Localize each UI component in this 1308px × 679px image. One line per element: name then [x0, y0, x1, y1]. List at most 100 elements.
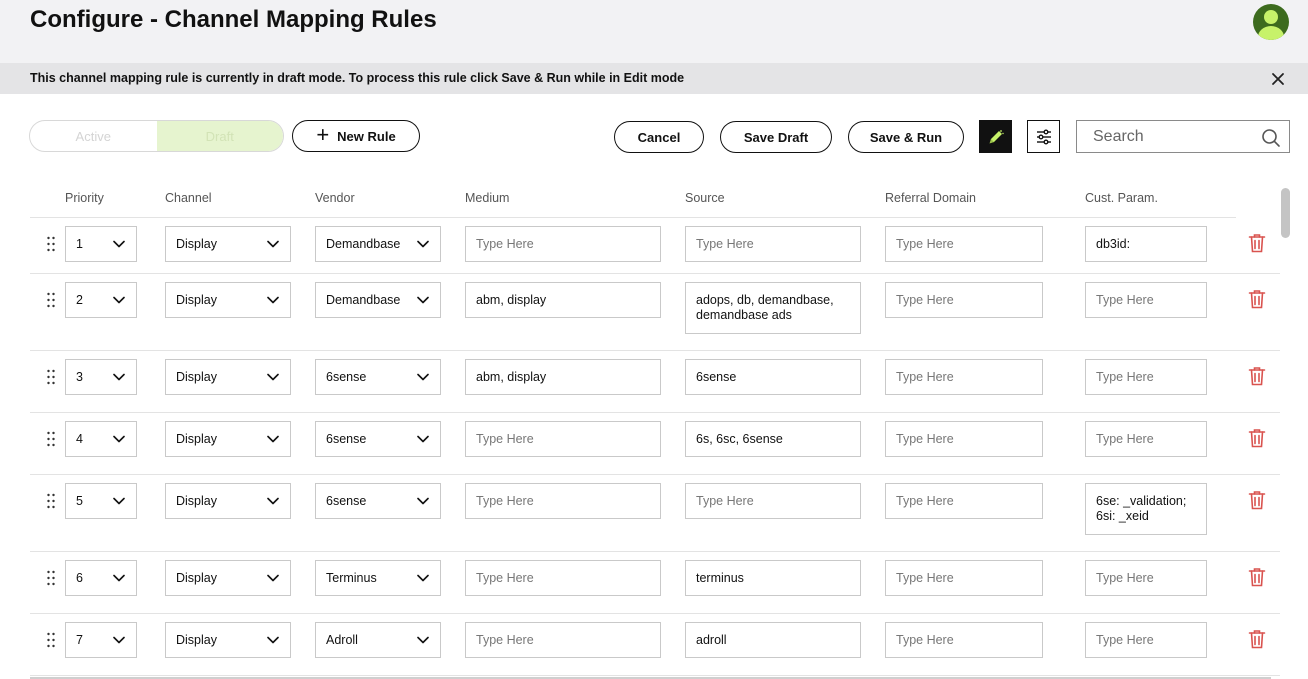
trash-icon[interactable]	[1248, 233, 1266, 253]
drag-handle-icon[interactable]	[46, 493, 56, 509]
referral-domain-input[interactable]: Type Here	[885, 560, 1043, 596]
channel-select-value: Display	[176, 432, 217, 446]
edit-button[interactable]	[979, 120, 1012, 153]
channel-select-value: Display	[176, 237, 217, 251]
chevron-down-icon	[417, 497, 429, 505]
referral-domain-input[interactable]: Type Here	[885, 483, 1043, 519]
drag-handle-icon[interactable]	[46, 570, 56, 586]
priority-select[interactable]: 2	[65, 282, 137, 318]
page-header: Configure - Channel Mapping Rules	[0, 0, 1308, 63]
priority-select[interactable]: 7	[65, 622, 137, 658]
drag-handle-icon[interactable]	[46, 369, 56, 385]
referral-domain-input[interactable]: Type Here	[885, 226, 1043, 262]
source-input[interactable]: Type Here	[685, 483, 861, 519]
scrollbar-thumb[interactable]	[1281, 188, 1290, 238]
banner-close-button[interactable]	[1266, 69, 1290, 89]
medium-input[interactable]: Type Here	[465, 483, 661, 519]
trash-icon[interactable]	[1248, 366, 1266, 386]
channel-select-value: Display	[176, 293, 217, 307]
save-run-button[interactable]: Save & Run	[848, 121, 964, 153]
drag-handle-icon[interactable]	[46, 236, 56, 252]
cust-param-input[interactable]: Type Here	[1085, 560, 1207, 596]
medium-input[interactable]: Type Here	[465, 421, 661, 457]
new-rule-button[interactable]: + New Rule	[292, 120, 420, 152]
chevron-down-icon	[113, 373, 125, 381]
search-box	[1076, 120, 1290, 153]
vendor-select[interactable]: Demandbase	[315, 226, 441, 262]
scrollbar-track[interactable]	[1280, 185, 1290, 679]
table-row: 7 Display Adroll Type Here adroll Type Here Ty…	[30, 614, 1280, 676]
drag-handle-icon[interactable]	[46, 632, 56, 648]
settings-button[interactable]	[1027, 120, 1060, 153]
vendor-select[interactable]: 6sense	[315, 421, 441, 457]
trash-icon[interactable]	[1248, 289, 1266, 309]
vendor-select[interactable]: Terminus	[315, 560, 441, 596]
cust-param-input[interactable]: Type Here	[1085, 282, 1207, 318]
user-avatar-icon[interactable]	[1253, 4, 1289, 40]
cust-param-input[interactable]: Type Here	[1085, 622, 1207, 658]
medium-input[interactable]: Type Here	[465, 226, 661, 262]
vendor-select[interactable]: Demandbase	[315, 282, 441, 318]
channel-select[interactable]: Display	[165, 483, 291, 519]
source-input[interactable]: adroll	[685, 622, 861, 658]
priority-select[interactable]: 6	[65, 560, 137, 596]
draft-mode-banner: This channel mapping rule is currently i…	[0, 63, 1308, 94]
vendor-select[interactable]: 6sense	[315, 483, 441, 519]
vendor-select[interactable]: 6sense	[315, 359, 441, 395]
status-toggle: Active Draft	[29, 120, 284, 152]
vendor-select-value: 6sense	[326, 370, 367, 384]
channel-select[interactable]: Display	[165, 359, 291, 395]
channel-select[interactable]: Display	[165, 560, 291, 596]
channel-select[interactable]: Display	[165, 226, 291, 262]
chevron-down-icon	[267, 636, 279, 644]
column-header-medium: Medium	[465, 191, 510, 205]
chevron-down-icon	[267, 435, 279, 443]
cancel-button[interactable]: Cancel	[614, 121, 704, 153]
source-input[interactable]: 6s, 6sc, 6sense	[685, 421, 861, 457]
chevron-down-icon	[417, 373, 429, 381]
cust-param-input[interactable]: Type Here	[1085, 421, 1207, 457]
search-input[interactable]	[1077, 121, 1257, 152]
trash-icon[interactable]	[1248, 490, 1266, 510]
sliders-icon	[1036, 129, 1051, 144]
priority-select[interactable]: 1	[65, 226, 137, 262]
medium-input[interactable]: abm, display	[465, 359, 661, 395]
medium-input[interactable]: Type Here	[465, 560, 661, 596]
source-input[interactable]: 6sense	[685, 359, 861, 395]
trash-icon[interactable]	[1248, 567, 1266, 587]
cust-param-input[interactable]: Type Here	[1085, 359, 1207, 395]
priority-select[interactable]: 5	[65, 483, 137, 519]
source-input[interactable]: adops, db, demandbase, demandbase ads	[685, 282, 861, 334]
cust-param-input[interactable]: 6se: _validation; 6si: _xeid	[1085, 483, 1207, 535]
medium-input[interactable]: Type Here	[465, 622, 661, 658]
page-title: Configure - Channel Mapping Rules	[30, 6, 437, 33]
search-icon[interactable]	[1261, 128, 1281, 148]
vendor-select[interactable]: Adroll	[315, 622, 441, 658]
referral-domain-input[interactable]: Type Here	[885, 282, 1043, 318]
priority-select[interactable]: 4	[65, 421, 137, 457]
source-input[interactable]: terminus	[685, 560, 861, 596]
channel-select-value: Display	[176, 370, 217, 384]
column-header-referral-domain: Referral Domain	[885, 191, 977, 205]
medium-input[interactable]: abm, display	[465, 282, 661, 318]
chevron-down-icon	[113, 296, 125, 304]
chevron-down-icon	[267, 373, 279, 381]
save-draft-button[interactable]: Save Draft	[720, 121, 832, 153]
drag-handle-icon[interactable]	[46, 431, 56, 447]
referral-domain-input[interactable]: Type Here	[885, 359, 1043, 395]
channel-select[interactable]: Display	[165, 282, 291, 318]
cust-param-input[interactable]: db3id:	[1085, 226, 1207, 262]
drag-handle-icon[interactable]	[46, 292, 56, 308]
channel-select[interactable]: Display	[165, 421, 291, 457]
trash-icon[interactable]	[1248, 428, 1266, 448]
referral-domain-input[interactable]: Type Here	[885, 622, 1043, 658]
referral-domain-input[interactable]: Type Here	[885, 421, 1043, 457]
toggle-active[interactable]: Active	[30, 121, 157, 151]
toggle-draft[interactable]: Draft	[156, 121, 283, 151]
priority-select[interactable]: 3	[65, 359, 137, 395]
trash-icon[interactable]	[1248, 629, 1266, 649]
channel-select[interactable]: Display	[165, 622, 291, 658]
chevron-down-icon	[417, 435, 429, 443]
table-row: 3 Display 6sense abm, display 6sense Type Her…	[30, 351, 1280, 413]
source-input[interactable]: Type Here	[685, 226, 861, 262]
